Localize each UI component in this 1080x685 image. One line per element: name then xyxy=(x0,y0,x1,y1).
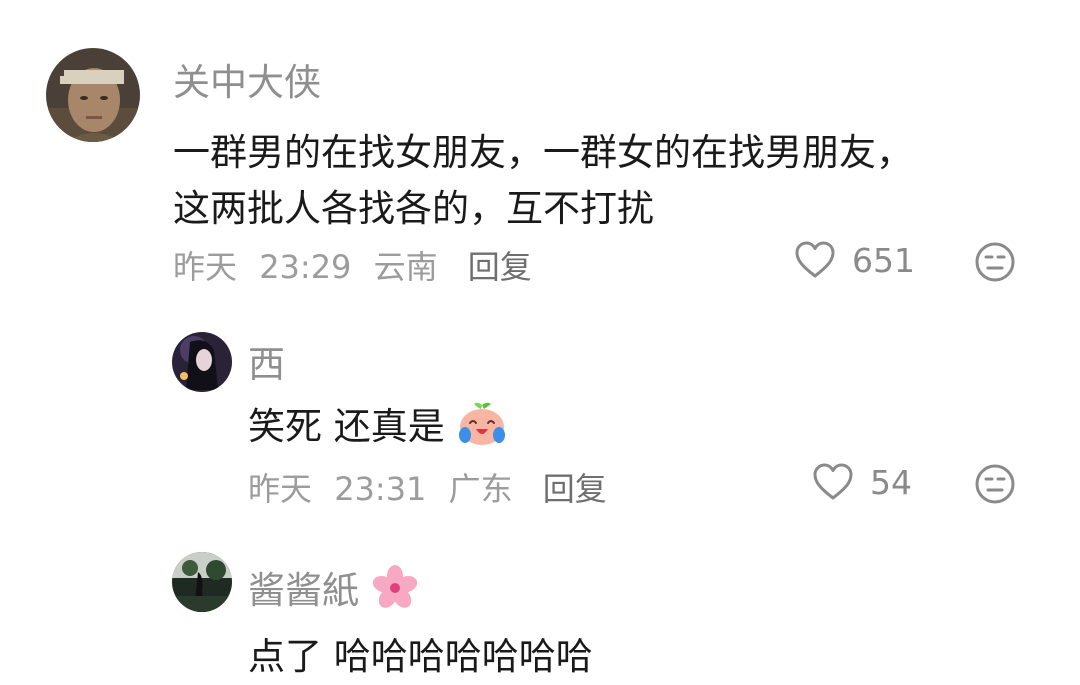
comment-reply-item: 酱酱紙 点了 哈哈哈哈哈哈哈 xyxy=(0,530,1080,685)
username[interactable]: 酱酱紙 xyxy=(248,560,419,621)
comment-time: 23:29 xyxy=(259,248,352,286)
comment-location: 云南 xyxy=(373,248,438,286)
reply-button[interactable]: 回复 xyxy=(543,470,607,508)
username[interactable]: 关中大侠 xyxy=(173,52,321,106)
comment-text-line-1: 一群男的在找女朋友，一群女的在找男朋友， xyxy=(173,131,913,174)
username[interactable]: 西 xyxy=(248,334,285,388)
comment-text: 笑死 还真是 xyxy=(248,396,507,456)
neutral-face-icon[interactable] xyxy=(974,464,1016,509)
like-count: 651 xyxy=(852,240,915,280)
dislike-button[interactable] xyxy=(974,463,1016,509)
reply-button[interactable]: 回复 xyxy=(468,248,532,286)
comment-text: 点了 哈哈哈哈哈哈哈 xyxy=(248,635,593,678)
avatar[interactable] xyxy=(172,332,232,392)
like-button[interactable]: 651 xyxy=(794,240,915,280)
comment-meta: 昨天 23:29 云南 回复 xyxy=(173,242,532,288)
dislike-button[interactable] xyxy=(974,241,1016,287)
like-count: 54 xyxy=(870,462,912,502)
heart-icon[interactable] xyxy=(812,462,854,502)
comment-date: 昨天 xyxy=(173,248,238,286)
neutral-face-icon[interactable] xyxy=(974,242,1016,287)
like-button[interactable]: 54 xyxy=(812,462,912,502)
comment-item: 关中大侠 一群男的在找女朋友，一群女的在找男朋友， 这两批人各找各的，互不打扰 … xyxy=(0,0,1080,300)
comment-reply-item: 西 笑死 还真是 昨天 23:31 广东 回复 54 xyxy=(0,300,1080,530)
cherry-blossom-emoji xyxy=(371,564,419,621)
comment-time: 23:31 xyxy=(334,470,427,508)
comment-text-content: 笑死 还真是 xyxy=(248,405,445,448)
heart-icon[interactable] xyxy=(794,240,836,280)
crying-laughing-peach-emoji xyxy=(457,401,507,456)
comment-date: 昨天 xyxy=(248,470,313,508)
avatar[interactable] xyxy=(46,48,140,142)
comment-text-line-2: 这两批人各找各的，互不打扰 xyxy=(173,187,654,230)
comment-location: 广东 xyxy=(448,470,513,508)
username-text: 酱酱紙 xyxy=(248,569,359,612)
avatar[interactable] xyxy=(172,552,232,612)
comment-meta: 昨天 23:31 广东 回复 xyxy=(248,464,607,510)
